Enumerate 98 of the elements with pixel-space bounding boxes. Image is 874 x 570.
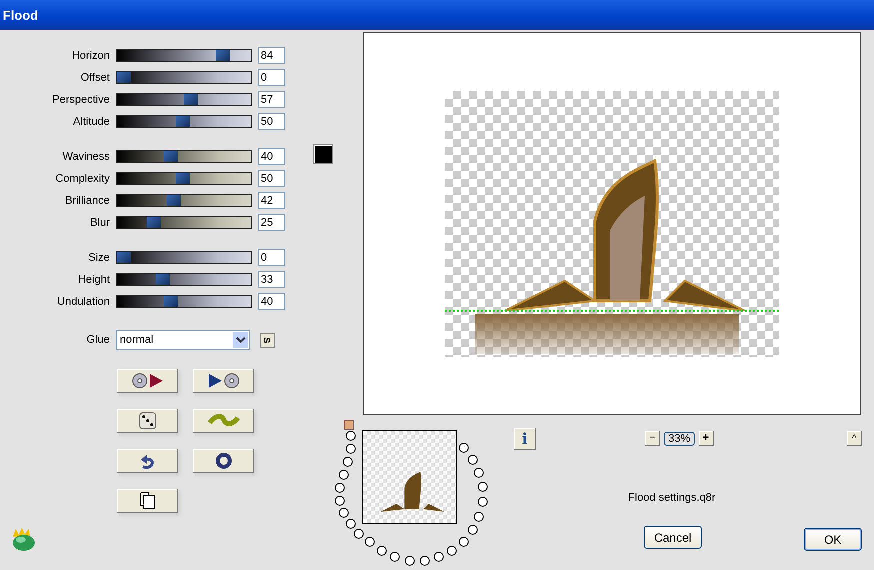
ring-dot[interactable] bbox=[468, 455, 478, 465]
leaf-logo-icon bbox=[10, 527, 38, 553]
random-button[interactable] bbox=[117, 409, 178, 433]
value-field[interactable]: 50 bbox=[258, 113, 285, 130]
ring-dot[interactable] bbox=[346, 519, 356, 529]
slider-label: Offset bbox=[80, 72, 110, 84]
color-swatch[interactable] bbox=[313, 144, 333, 164]
ring-dot[interactable] bbox=[474, 512, 484, 522]
ring-dot[interactable] bbox=[434, 552, 444, 562]
ring-dot[interactable] bbox=[339, 508, 349, 518]
ok-button[interactable]: OK bbox=[804, 528, 862, 551]
slider[interactable] bbox=[116, 172, 252, 185]
cancel-button[interactable]: Cancel bbox=[644, 526, 702, 549]
slider[interactable] bbox=[116, 115, 252, 128]
slider[interactable] bbox=[116, 71, 252, 84]
s-button[interactable]: S bbox=[260, 332, 275, 348]
value-field[interactable]: 0 bbox=[258, 249, 285, 266]
ring-dot[interactable] bbox=[478, 482, 488, 492]
slider[interactable] bbox=[116, 150, 252, 163]
caret-icon[interactable] bbox=[233, 332, 248, 348]
slider-label: Horizon bbox=[71, 50, 110, 62]
value-field[interactable]: 50 bbox=[258, 170, 285, 187]
ring-dot[interactable] bbox=[343, 457, 353, 467]
ring-dot[interactable] bbox=[354, 529, 364, 539]
value-field[interactable]: 33 bbox=[258, 271, 285, 288]
undo-icon bbox=[140, 452, 156, 470]
value-field[interactable]: 40 bbox=[258, 148, 285, 165]
slider-thumb[interactable] bbox=[164, 151, 178, 162]
slider-thumb[interactable] bbox=[176, 173, 190, 184]
slider-thumb[interactable] bbox=[216, 50, 230, 61]
value-field[interactable]: 84 bbox=[258, 47, 285, 64]
slider-label: Undulation bbox=[56, 296, 110, 308]
value-field[interactable]: 57 bbox=[258, 91, 285, 108]
slider[interactable] bbox=[116, 194, 252, 207]
disc-arrow-icon bbox=[132, 373, 164, 389]
slider-thumb[interactable] bbox=[176, 116, 190, 127]
slider[interactable] bbox=[116, 93, 252, 106]
slider-label: Altitude bbox=[72, 116, 110, 128]
ring-dot[interactable] bbox=[478, 497, 488, 507]
ring-dot[interactable] bbox=[346, 431, 356, 441]
ring-dot[interactable] bbox=[474, 468, 484, 478]
slider-thumb[interactable] bbox=[164, 296, 178, 307]
ring-dot[interactable] bbox=[447, 546, 457, 556]
zoom-in-button[interactable]: + bbox=[698, 431, 714, 446]
slider[interactable] bbox=[116, 273, 252, 286]
collapse-button[interactable]: ^ bbox=[847, 431, 862, 446]
value-field[interactable]: 40 bbox=[258, 293, 285, 310]
ring-button[interactable] bbox=[193, 449, 254, 473]
save-button[interactable] bbox=[193, 369, 254, 393]
slider-label: Perspective bbox=[52, 94, 110, 106]
slider-label: Size bbox=[88, 252, 110, 264]
ring-dot[interactable] bbox=[459, 537, 469, 547]
value-field[interactable]: 25 bbox=[258, 214, 285, 231]
ring-dot[interactable] bbox=[390, 552, 400, 562]
slider-thumb[interactable] bbox=[184, 94, 198, 105]
ring-icon bbox=[214, 452, 232, 470]
slider-label: Brilliance bbox=[64, 194, 110, 206]
load-button[interactable] bbox=[117, 369, 178, 393]
slider-thumb[interactable] bbox=[146, 217, 160, 228]
slider-thumb[interactable] bbox=[156, 274, 170, 285]
ring-dot[interactable] bbox=[335, 483, 345, 493]
slider[interactable] bbox=[116, 49, 252, 62]
slider-label: Blur bbox=[89, 216, 110, 228]
glue-label: Glue bbox=[86, 334, 110, 346]
slider-label: Height bbox=[77, 274, 110, 286]
slider-label: Complexity bbox=[54, 172, 110, 184]
glue-dropdown[interactable]: normal bbox=[116, 330, 250, 350]
wave-button[interactable] bbox=[193, 409, 254, 433]
pages-icon bbox=[140, 492, 156, 510]
zoom-out-button[interactable]: − bbox=[645, 431, 660, 446]
copy-button[interactable] bbox=[117, 489, 178, 513]
ring-dot[interactable] bbox=[377, 546, 387, 556]
ring-dot[interactable] bbox=[468, 525, 478, 535]
ring-dot[interactable] bbox=[339, 470, 349, 480]
settings-filename: Flood settings.q8r bbox=[628, 492, 716, 504]
slider[interactable] bbox=[116, 251, 252, 264]
arrow-disc-icon bbox=[208, 373, 240, 389]
wave-icon bbox=[208, 414, 240, 428]
ring-dot[interactable] bbox=[346, 444, 356, 454]
slider[interactable] bbox=[116, 216, 252, 229]
reset-button[interactable] bbox=[117, 449, 178, 473]
slider[interactable] bbox=[116, 295, 252, 308]
slider-label: Waviness bbox=[62, 150, 110, 162]
dice-icon bbox=[138, 412, 156, 430]
slider-thumb[interactable] bbox=[117, 252, 131, 263]
ring-dot[interactable] bbox=[365, 537, 375, 547]
ring-dot[interactable] bbox=[420, 556, 430, 566]
window-title: Flood bbox=[3, 8, 38, 22]
zoom-level: 33% bbox=[664, 432, 695, 446]
slider-thumb[interactable] bbox=[117, 72, 131, 83]
ring-dot[interactable] bbox=[335, 496, 345, 506]
value-field[interactable]: 42 bbox=[258, 192, 285, 209]
info-button[interactable]: i bbox=[514, 428, 536, 450]
ring-handle[interactable] bbox=[344, 420, 354, 430]
ring-dot[interactable] bbox=[459, 443, 469, 453]
slider-thumb[interactable] bbox=[166, 195, 181, 206]
value-field[interactable]: 0 bbox=[258, 69, 285, 86]
ring-dot[interactable] bbox=[405, 556, 415, 566]
